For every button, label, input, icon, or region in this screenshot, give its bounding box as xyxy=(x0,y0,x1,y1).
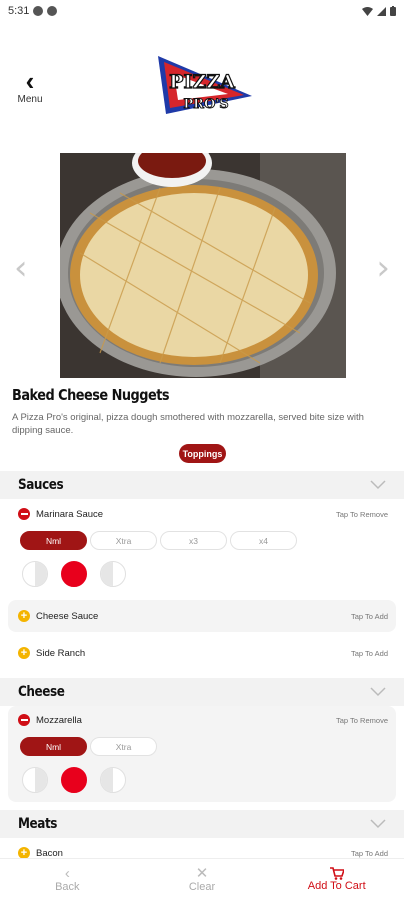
status-bar: 5:31 xyxy=(0,0,404,22)
option-name: Mozzarella xyxy=(36,714,82,726)
tap-hint: Tap To Add xyxy=(351,612,388,621)
option-name: Cheese Sauce xyxy=(36,610,99,622)
right-half-portion-icon[interactable] xyxy=(100,767,126,793)
notification-status-icon xyxy=(47,6,58,16)
battery-icon xyxy=(390,6,396,16)
remove-icon[interactable] xyxy=(18,714,30,726)
option-card-side-ranch[interactable]: + Side Ranch Tap To Add xyxy=(8,637,396,669)
option-card-mozzarella: Mozzarella Tap To Remove Nml Xtra xyxy=(8,706,396,802)
chevron-down-icon xyxy=(370,687,386,697)
add-icon[interactable]: + xyxy=(18,647,30,659)
header: ‹ Menu PIZZA PRO'S xyxy=(0,22,404,142)
product-title: Baked Cheese Nuggets xyxy=(12,386,170,404)
option-mozzarella[interactable]: Mozzarella xyxy=(18,711,82,729)
section-header-cheese[interactable]: Cheese xyxy=(0,678,404,706)
wifi-icon xyxy=(362,6,373,16)
section-header-sauces[interactable]: Sauces xyxy=(0,471,404,499)
amount-option[interactable]: Nml xyxy=(20,737,87,756)
portion-selector-marinara xyxy=(22,561,126,587)
back-menu-label: Menu xyxy=(17,94,43,105)
whole-portion-icon[interactable] xyxy=(61,561,87,587)
chevron-down-icon xyxy=(370,819,386,829)
chevron-left-icon: ‹ xyxy=(64,864,70,882)
tap-hint: Tap To Remove xyxy=(336,716,388,725)
carousel-next-icon[interactable]: › xyxy=(376,248,390,288)
option-name: Bacon xyxy=(36,847,63,859)
amount-option[interactable]: Xtra xyxy=(90,531,157,550)
pizza-pros-logo: PIZZA PRO'S xyxy=(158,56,252,114)
amount-option[interactable]: Xtra xyxy=(90,737,157,756)
product-description: A Pizza Pro's original, pizza dough smot… xyxy=(12,412,364,436)
svg-text:PRO'S: PRO'S xyxy=(183,97,228,112)
left-half-portion-icon[interactable] xyxy=(22,561,48,587)
clear-label: Clear xyxy=(188,880,216,893)
chevron-left-icon: ‹ xyxy=(25,66,35,96)
toppings-button[interactable]: Toppings xyxy=(179,444,226,463)
product-image xyxy=(60,153,346,378)
section-title-cheese: Cheese xyxy=(18,684,65,700)
add-to-cart-label: Add To Cart xyxy=(307,880,366,892)
bottom-action-bar: ‹ Back ✕ Clear Add To Cart xyxy=(0,858,404,900)
amount-selector-marinara: Nml Xtra x3 x4 xyxy=(20,531,297,550)
chevron-down-icon xyxy=(370,480,386,490)
add-icon[interactable]: + xyxy=(18,610,30,622)
left-half-portion-icon[interactable] xyxy=(22,767,48,793)
settings-status-icon xyxy=(33,6,44,16)
right-half-portion-icon[interactable] xyxy=(100,561,126,587)
whole-portion-icon[interactable] xyxy=(61,767,87,793)
tap-hint: Tap To Add xyxy=(351,649,388,658)
close-icon: ✕ xyxy=(195,864,209,882)
section-title-meats: Meats xyxy=(18,816,58,832)
option-card-marinara: Marinara Sauce Tap To Remove Nml Xtra x3… xyxy=(8,500,396,600)
cart-icon xyxy=(329,867,344,880)
amount-option[interactable]: x3 xyxy=(160,531,227,550)
remove-icon[interactable] xyxy=(18,508,30,520)
product-carousel: ‹ › xyxy=(0,153,404,378)
section-title-sauces: Sauces xyxy=(18,477,64,493)
amount-option[interactable]: Nml xyxy=(20,531,87,550)
option-name: Marinara Sauce xyxy=(36,508,104,520)
portion-selector-mozzarella xyxy=(22,767,126,793)
signal-icon xyxy=(377,6,386,16)
tap-hint: Tap To Add xyxy=(351,849,388,858)
option-marinara[interactable]: Marinara Sauce xyxy=(18,505,103,523)
option-cheese-sauce[interactable]: + Cheese Sauce xyxy=(18,607,98,625)
tap-hint: Tap To Remove xyxy=(336,510,388,519)
back-button[interactable]: ‹ Back xyxy=(0,859,135,900)
clear-button[interactable]: ✕ Clear xyxy=(135,859,270,900)
status-time: 5:31 xyxy=(8,5,30,17)
amount-option[interactable]: x4 xyxy=(230,531,297,550)
back-label: Back xyxy=(55,880,80,893)
section-header-meats[interactable]: Meats xyxy=(0,810,404,838)
option-side-ranch[interactable]: + Side Ranch xyxy=(18,644,85,662)
svg-text:PIZZA: PIZZA xyxy=(169,71,235,93)
carousel-prev-icon[interactable]: ‹ xyxy=(14,248,28,288)
add-to-cart-button[interactable]: Add To Cart xyxy=(269,859,404,900)
option-card-cheese-sauce[interactable]: + Cheese Sauce Tap To Add xyxy=(8,600,396,632)
option-card-bacon[interactable]: + Bacon Tap To Add xyxy=(8,840,396,860)
back-to-menu-button[interactable]: ‹ Menu xyxy=(12,66,48,105)
option-name: Side Ranch xyxy=(36,647,86,659)
amount-selector-mozzarella: Nml Xtra xyxy=(20,737,157,756)
